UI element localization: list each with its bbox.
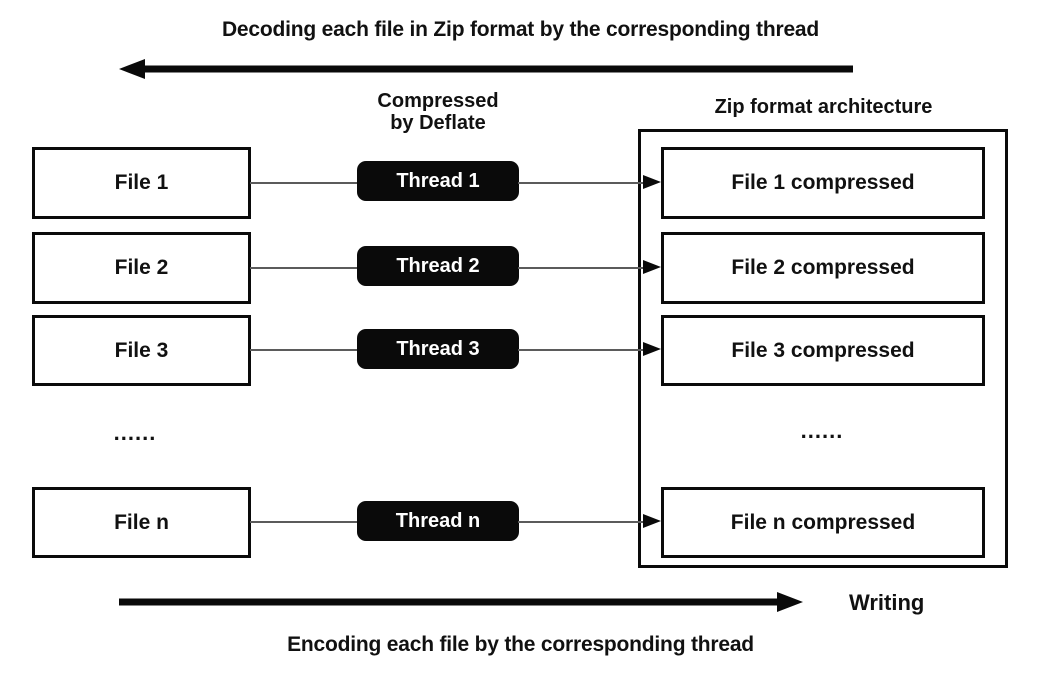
- zip-file-box-3[interactable]: File 3 compressed: [661, 315, 985, 386]
- file-box-1-label: File 1: [114, 171, 169, 194]
- diagram-canvas: Decoding each file in Zip format by the …: [0, 0, 1041, 685]
- thread-pill-1-label: Thread 1: [396, 169, 480, 192]
- top-caption: Decoding each file in Zip format by the …: [221, 18, 820, 41]
- connector-thread3-zip3: [518, 349, 643, 351]
- file-box-n[interactable]: File n: [32, 487, 251, 558]
- connector-file1-thread1: [250, 182, 359, 184]
- arrowhead-zip-n: [643, 514, 661, 528]
- file-box-2-label: File 2: [114, 256, 169, 279]
- thread-pill-n-label: Thread n: [395, 509, 481, 532]
- compressed-label-line2: by Deflate: [390, 112, 486, 135]
- arrowhead-zip-1: [643, 175, 661, 189]
- zip-file-box-1-label: File 1 compressed: [731, 171, 915, 194]
- connector-thread1-zip1: [518, 182, 643, 184]
- connector-thread2-zip2: [518, 267, 643, 269]
- thread-pill-1[interactable]: Thread 1: [357, 161, 519, 201]
- connector-file3-thread3: [250, 349, 359, 351]
- thread-pill-3-label: Thread 3: [396, 337, 480, 360]
- zip-file-box-1[interactable]: File 1 compressed: [661, 147, 985, 219]
- file-box-2[interactable]: File 2: [32, 232, 251, 304]
- file-box-3-label: File 3: [114, 338, 169, 362]
- connector-file2-thread2: [250, 267, 359, 269]
- zip-file-box-n[interactable]: File n compressed: [661, 487, 985, 558]
- arrowhead-zip-2: [643, 260, 661, 274]
- compressed-label-line1: Compressed: [377, 90, 499, 112]
- file-box-3[interactable]: File 3: [32, 315, 251, 386]
- right-ellipsis: ......: [800, 418, 844, 443]
- zip-file-box-2-label: File 2 compressed: [731, 256, 915, 279]
- writing-label: Writing: [849, 590, 925, 615]
- file-box-1[interactable]: File 1: [32, 147, 251, 219]
- file-box-n-label: File n: [114, 510, 169, 534]
- thread-pill-2-label: Thread 2: [396, 254, 480, 277]
- connector-filen-threadn: [250, 521, 359, 523]
- thread-pill-n[interactable]: Thread n: [357, 501, 519, 541]
- decoding-flow-arrow-left: [119, 58, 853, 80]
- left-ellipsis: ......: [113, 420, 157, 445]
- zip-format-architecture-label: Zip format architecture: [714, 96, 933, 118]
- thread-pill-2[interactable]: Thread 2: [357, 246, 519, 286]
- connector-threadn-zipn: [518, 521, 643, 523]
- bottom-caption: Encoding each file by the corresponding …: [287, 633, 754, 656]
- arrowhead-zip-3: [643, 342, 661, 356]
- zip-file-box-2[interactable]: File 2 compressed: [661, 232, 985, 304]
- compressed-by-deflate-label: Compressed by Deflate: [357, 90, 519, 135]
- thread-pill-3[interactable]: Thread 3: [357, 329, 519, 369]
- encoding-flow-arrow-right: [119, 591, 803, 613]
- zip-file-box-3-label: File 3 compressed: [731, 338, 915, 362]
- zip-file-box-n-label: File n compressed: [730, 510, 916, 534]
